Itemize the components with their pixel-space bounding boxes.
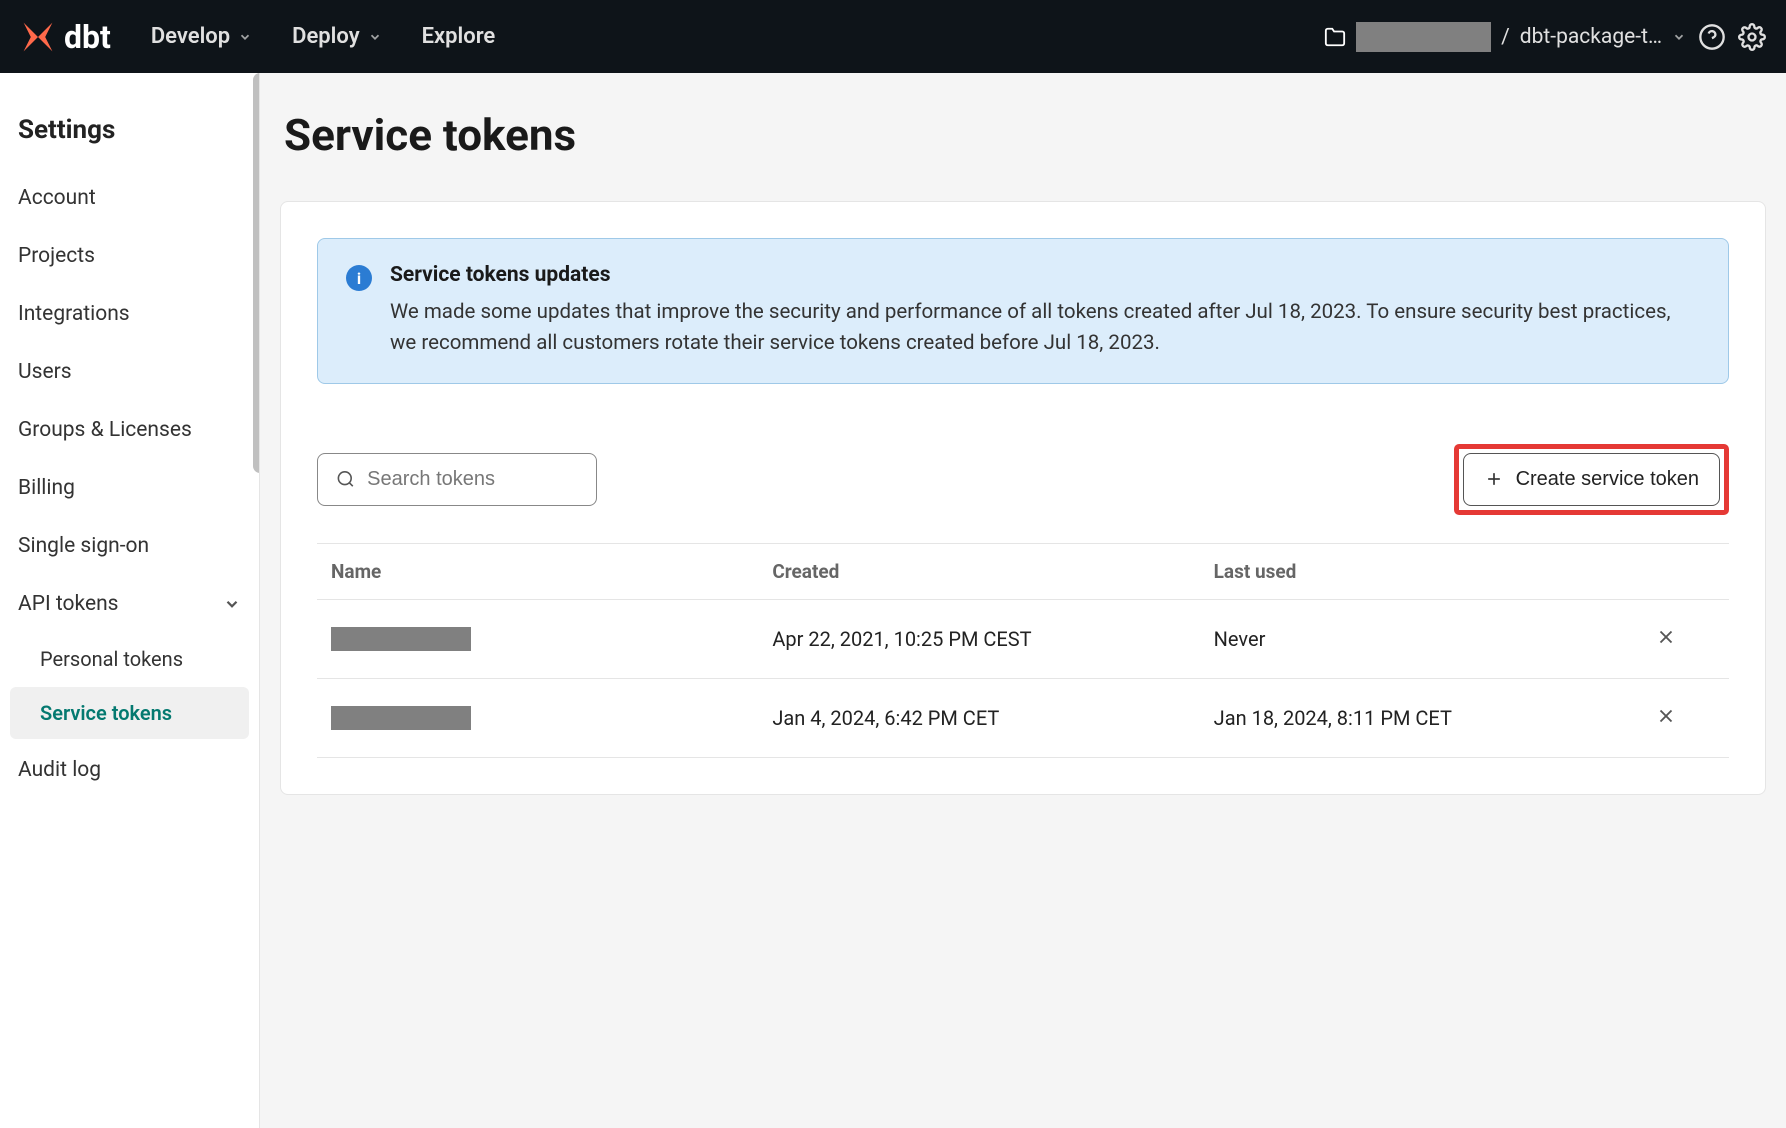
nav-explore[interactable]: Explore — [422, 24, 496, 49]
token-name-redacted — [331, 706, 471, 730]
chevron-down-icon — [368, 30, 382, 44]
sidebar-item-sso[interactable]: Single sign-on — [0, 517, 259, 575]
chevron-down-icon — [1672, 30, 1686, 44]
logo[interactable]: dbt — [20, 18, 111, 56]
close-icon — [1655, 626, 1677, 648]
chevron-down-icon — [238, 30, 252, 44]
sidebar-item-audit-log[interactable]: Audit log — [0, 741, 259, 799]
sidebar-item-label: Personal tokens — [40, 647, 183, 671]
sidebar-item-label: Audit log — [18, 758, 101, 782]
sidebar-item-api-tokens[interactable]: API tokens — [0, 575, 259, 633]
sidebar-item-personal-tokens[interactable]: Personal tokens — [0, 633, 259, 685]
sidebar-item-projects[interactable]: Projects — [0, 227, 259, 285]
token-last-used: Jan 18, 2024, 8:11 PM CET — [1214, 706, 1655, 730]
nav-deploy[interactable]: Deploy — [292, 24, 381, 49]
create-button-label: Create service token — [1516, 468, 1699, 491]
plus-icon — [1484, 469, 1504, 489]
tokens-table: Name Created Last used Apr 22, 2021, 10:… — [317, 543, 1729, 758]
sidebar-item-account[interactable]: Account — [0, 169, 259, 227]
nav-links: Develop Deploy Explore — [151, 24, 1324, 49]
content-card: i Service tokens updates We made some up… — [280, 201, 1766, 795]
help-icon[interactable] — [1698, 23, 1726, 51]
sidebar-item-label: Projects — [18, 244, 95, 268]
page-title: Service tokens — [280, 109, 1766, 161]
search-input[interactable] — [367, 468, 578, 491]
nav-develop[interactable]: Develop — [151, 24, 252, 49]
project-org-redacted — [1356, 22, 1491, 52]
sidebar-heading: Settings — [0, 97, 259, 169]
token-created: Apr 22, 2021, 10:25 PM CEST — [772, 627, 1213, 651]
col-header-created: Created — [772, 560, 1213, 583]
sidebar: Settings Account Projects Integrations U… — [0, 73, 260, 1128]
sidebar-item-users[interactable]: Users — [0, 343, 259, 401]
topbar-right: / dbt-package-t… — [1324, 22, 1766, 52]
info-banner-title: Service tokens updates — [390, 263, 1700, 287]
close-icon — [1655, 705, 1677, 727]
search-icon — [336, 468, 355, 490]
sidebar-item-label: Single sign-on — [18, 534, 149, 558]
content-area: Service tokens i Service tokens updates … — [260, 73, 1786, 1128]
topbar: dbt Develop Deploy Explore / dbt-package… — [0, 0, 1786, 73]
sidebar-item-label: Service tokens — [40, 701, 172, 725]
info-banner: i Service tokens updates We made some up… — [317, 238, 1729, 384]
gear-icon[interactable] — [1738, 23, 1766, 51]
delete-token-button[interactable] — [1655, 626, 1715, 652]
search-box[interactable] — [317, 453, 597, 506]
project-selector[interactable]: / dbt-package-t… — [1324, 22, 1686, 52]
folder-icon — [1324, 26, 1346, 48]
nav-deploy-label: Deploy — [292, 24, 359, 49]
token-created: Jan 4, 2024, 6:42 PM CET — [772, 706, 1213, 730]
info-icon: i — [346, 265, 372, 291]
sidebar-item-integrations[interactable]: Integrations — [0, 285, 259, 343]
col-header-last-used: Last used — [1214, 560, 1655, 583]
token-last-used: Never — [1214, 627, 1655, 651]
nav-develop-label: Develop — [151, 24, 230, 49]
token-name-redacted — [331, 627, 471, 651]
table-row: Apr 22, 2021, 10:25 PM CEST Never — [317, 600, 1729, 679]
chevron-down-icon — [223, 595, 241, 613]
nav-explore-label: Explore — [422, 24, 496, 49]
sidebar-item-label: Billing — [18, 476, 75, 500]
highlight-annotation: Create service token — [1454, 444, 1729, 515]
project-name: dbt-package-t… — [1520, 25, 1662, 49]
sidebar-item-groups-licenses[interactable]: Groups & Licenses — [0, 401, 259, 459]
sidebar-item-label: API tokens — [18, 592, 119, 616]
controls-row: Create service token — [317, 444, 1729, 515]
sidebar-item-label: Account — [18, 186, 96, 210]
col-header-name: Name — [331, 560, 772, 583]
sidebar-item-label: Integrations — [18, 302, 130, 326]
table-header: Name Created Last used — [317, 543, 1729, 600]
sidebar-item-service-tokens[interactable]: Service tokens — [10, 687, 249, 739]
sidebar-scrollbar[interactable] — [253, 73, 260, 473]
table-row: Jan 4, 2024, 6:42 PM CET Jan 18, 2024, 8… — [317, 679, 1729, 758]
create-service-token-button[interactable]: Create service token — [1463, 453, 1720, 506]
sidebar-item-label: Users — [18, 360, 72, 384]
delete-token-button[interactable] — [1655, 705, 1715, 731]
info-banner-body: We made some updates that improve the se… — [390, 297, 1700, 359]
logo-icon — [20, 19, 56, 55]
sidebar-item-label: Groups & Licenses — [18, 418, 192, 442]
project-separator: / — [1501, 25, 1510, 49]
sidebar-item-billing[interactable]: Billing — [0, 459, 259, 517]
logo-text: dbt — [64, 18, 111, 56]
